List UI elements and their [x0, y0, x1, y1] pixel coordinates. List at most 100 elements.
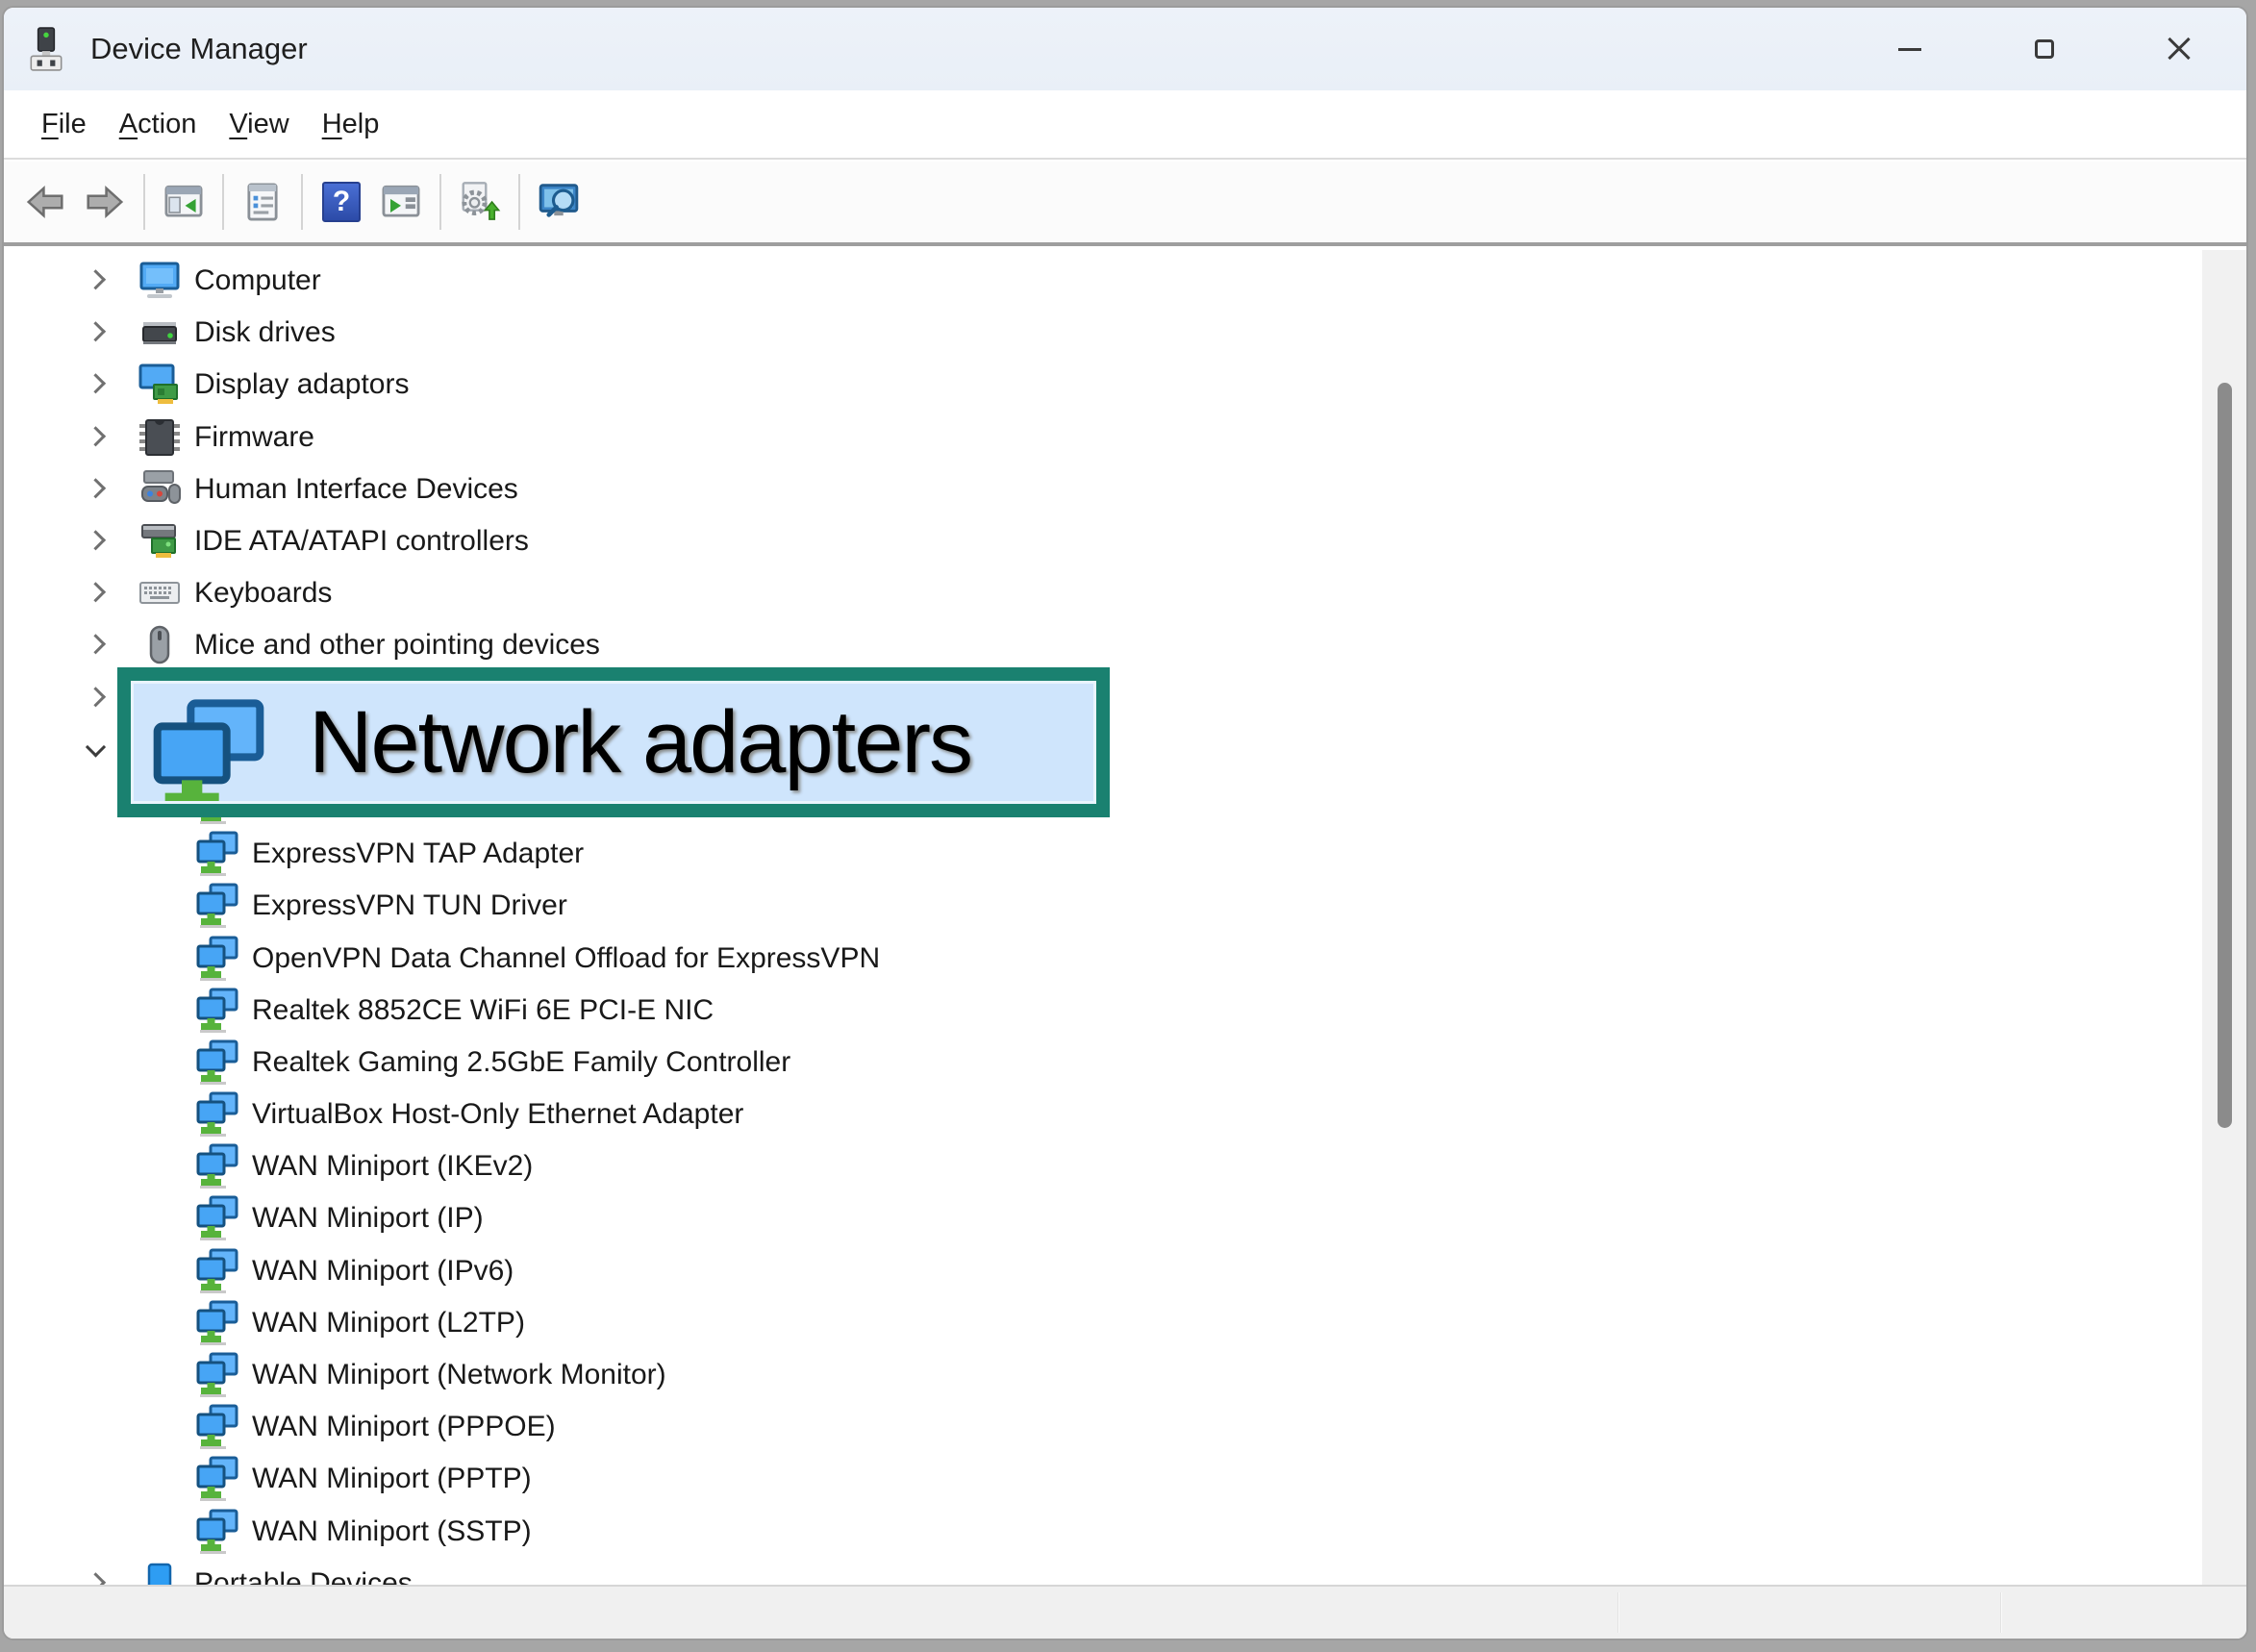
properties-icon [241, 181, 284, 223]
properties-button[interactable] [233, 172, 292, 232]
show-hide-action-pane-button[interactable] [371, 172, 431, 232]
maximize-button[interactable] [1977, 8, 2112, 90]
keyboard-icon [137, 570, 183, 616]
tree-item-wan-sstp[interactable]: WAN Miniport (SSTP) [4, 1506, 2202, 1558]
tree-item-wan-l2tp[interactable]: WAN Miniport (L2TP) [4, 1297, 2202, 1349]
forward-button[interactable] [75, 172, 135, 232]
tree-item-computer[interactable]: Computer [4, 255, 2202, 307]
close-icon [2167, 37, 2192, 62]
menu-file[interactable]: File [25, 103, 103, 146]
network-adapter-icon [194, 831, 240, 877]
menu-help-rest: elp [342, 109, 380, 139]
tree-item-label: Computer [194, 264, 321, 297]
chevron-right-icon[interactable] [86, 530, 106, 550]
help-button[interactable]: ? [312, 172, 371, 232]
minimize-button[interactable] [1842, 8, 1977, 90]
close-button[interactable] [2112, 8, 2246, 90]
menu-help[interactable]: Help [306, 103, 396, 146]
tree-item-label: Keyboards [194, 577, 332, 610]
tree-item-label: WAN Miniport (L2TP) [252, 1307, 525, 1339]
tree-item-firmware[interactable]: Firmware [4, 412, 2202, 463]
tree-item-expressvpn-tun[interactable]: ExpressVPN TUN Driver [4, 880, 2202, 932]
chevron-right-icon[interactable] [86, 635, 106, 655]
chevron-right-icon[interactable] [86, 321, 106, 341]
network-adapter-icon [194, 1404, 240, 1450]
network-adapter-icon [194, 1195, 240, 1241]
tree-item-label: Mice and other pointing devices [194, 629, 600, 662]
tree-item-portable-devices[interactable]: Portable Devices [4, 1558, 2202, 1585]
tree-item-display-adaptors[interactable]: Display adaptors [4, 359, 2202, 411]
chevron-right-icon[interactable] [86, 478, 106, 498]
titlebar: Device Manager [4, 8, 2246, 90]
tree-item-label: Disk drives [194, 316, 336, 349]
tree-item-expressvpn-tap[interactable]: ExpressVPN TAP Adapter [4, 828, 2202, 880]
tree-item-realtek-wifi[interactable]: Realtek 8852CE WiFi 6E PCI-E NIC [4, 985, 2202, 1037]
statusbar-separator [1617, 1592, 1619, 1633]
update-driver-button[interactable] [450, 172, 510, 232]
toolbar-separator [439, 174, 441, 230]
scan-for-hardware-changes-icon [538, 181, 580, 223]
chevron-right-icon[interactable] [86, 426, 106, 446]
tree-item-wan-ip[interactable]: WAN Miniport (IP) [4, 1192, 2202, 1244]
tree-item-label: Display adaptors [194, 368, 409, 401]
chevron-right-icon[interactable] [86, 582, 106, 602]
tree-item-wan-network-monitor[interactable]: WAN Miniport (Network Monitor) [4, 1349, 2202, 1401]
statusbar-separator [2000, 1592, 2002, 1633]
maximize-icon [2035, 39, 2054, 59]
tree-item-virtualbox-hostonly[interactable]: VirtualBox Host-Only Ethernet Adapter [4, 1089, 2202, 1140]
chevron-right-icon[interactable] [86, 687, 106, 707]
firmware-chip-icon [137, 414, 183, 461]
show-hide-console-tree-button[interactable] [154, 172, 213, 232]
network-adapter-icon [194, 1300, 240, 1346]
toolbar-separator [143, 174, 145, 230]
chevron-right-icon[interactable] [86, 269, 106, 289]
device-tree-pane: Computer Disk drives Display adaptors Fi… [4, 250, 2246, 1585]
menu-action-accel: A [119, 109, 138, 139]
update-driver-icon [459, 181, 501, 223]
menu-file-accel: F [41, 109, 59, 139]
tree-item-ide-controllers[interactable]: IDE ATA/ATAPI controllers [4, 515, 2202, 567]
tree-item-wan-ikev2[interactable]: WAN Miniport (IKEv2) [4, 1140, 2202, 1192]
tree-item-label: WAN Miniport (IKEv2) [252, 1150, 533, 1183]
menu-action[interactable]: Action [103, 103, 213, 146]
tree-item-keyboards[interactable]: Keyboards [4, 567, 2202, 619]
magnified-network-adapters-row[interactable]: Network adapters [131, 681, 1096, 804]
display-adaptor-icon [137, 362, 183, 408]
scan-for-hardware-changes-button[interactable] [529, 172, 589, 232]
tree-item-label: VirtualBox Host-Only Ethernet Adapter [252, 1098, 743, 1131]
tree-item-label: Portable Devices [194, 1567, 413, 1585]
toolbar-separator [518, 174, 520, 230]
scrollbar-thumb[interactable] [2218, 383, 2232, 1128]
statusbar [4, 1585, 2246, 1639]
back-button[interactable] [15, 172, 75, 232]
tree-item-wan-pptp[interactable]: WAN Miniport (PPTP) [4, 1453, 2202, 1505]
tree-item-wan-pppoe[interactable]: WAN Miniport (PPPOE) [4, 1401, 2202, 1453]
menu-view[interactable]: View [213, 103, 305, 146]
chevron-right-icon[interactable] [86, 374, 106, 394]
tree-item-wan-ipv6[interactable]: WAN Miniport (IPv6) [4, 1245, 2202, 1297]
window-title: Device Manager [90, 32, 308, 66]
menu-view-accel: V [229, 109, 247, 139]
tree-item-mice[interactable]: Mice and other pointing devices [4, 619, 2202, 671]
tree-item-disk-drives[interactable]: Disk drives [4, 307, 2202, 359]
menu-action-rest: ction [138, 109, 196, 139]
tree-item-label: WAN Miniport (PPPOE) [252, 1411, 556, 1443]
tree-item-label: OpenVPN Data Channel Offload for Express… [252, 942, 880, 975]
tree-item-human-interface-devices[interactable]: Human Interface Devices [4, 463, 2202, 515]
tree-item-realtek-gaming[interactable]: Realtek Gaming 2.5GbE Family Controller [4, 1037, 2202, 1089]
tree-item-label: WAN Miniport (IP) [252, 1202, 484, 1235]
tree-item-label: WAN Miniport (PPTP) [252, 1463, 532, 1495]
window-controls [1842, 8, 2246, 90]
disk-drive-icon [137, 310, 183, 356]
human-interface-icon [137, 466, 183, 513]
vertical-scrollbar[interactable] [2202, 250, 2246, 1585]
network-adapter-icon [194, 883, 240, 929]
chevron-right-icon[interactable] [86, 1572, 106, 1585]
tree-item-openvpn-offload[interactable]: OpenVPN Data Channel Offload for Express… [4, 932, 2202, 984]
network-adapter-icon [194, 1248, 240, 1294]
tree-item-label: WAN Miniport (Network Monitor) [252, 1359, 666, 1391]
menu-file-rest: ile [59, 109, 87, 139]
chevron-down-icon[interactable] [86, 737, 106, 757]
tree-item-label: ExpressVPN TAP Adapter [252, 838, 584, 870]
toolbar: ? [4, 162, 2246, 246]
